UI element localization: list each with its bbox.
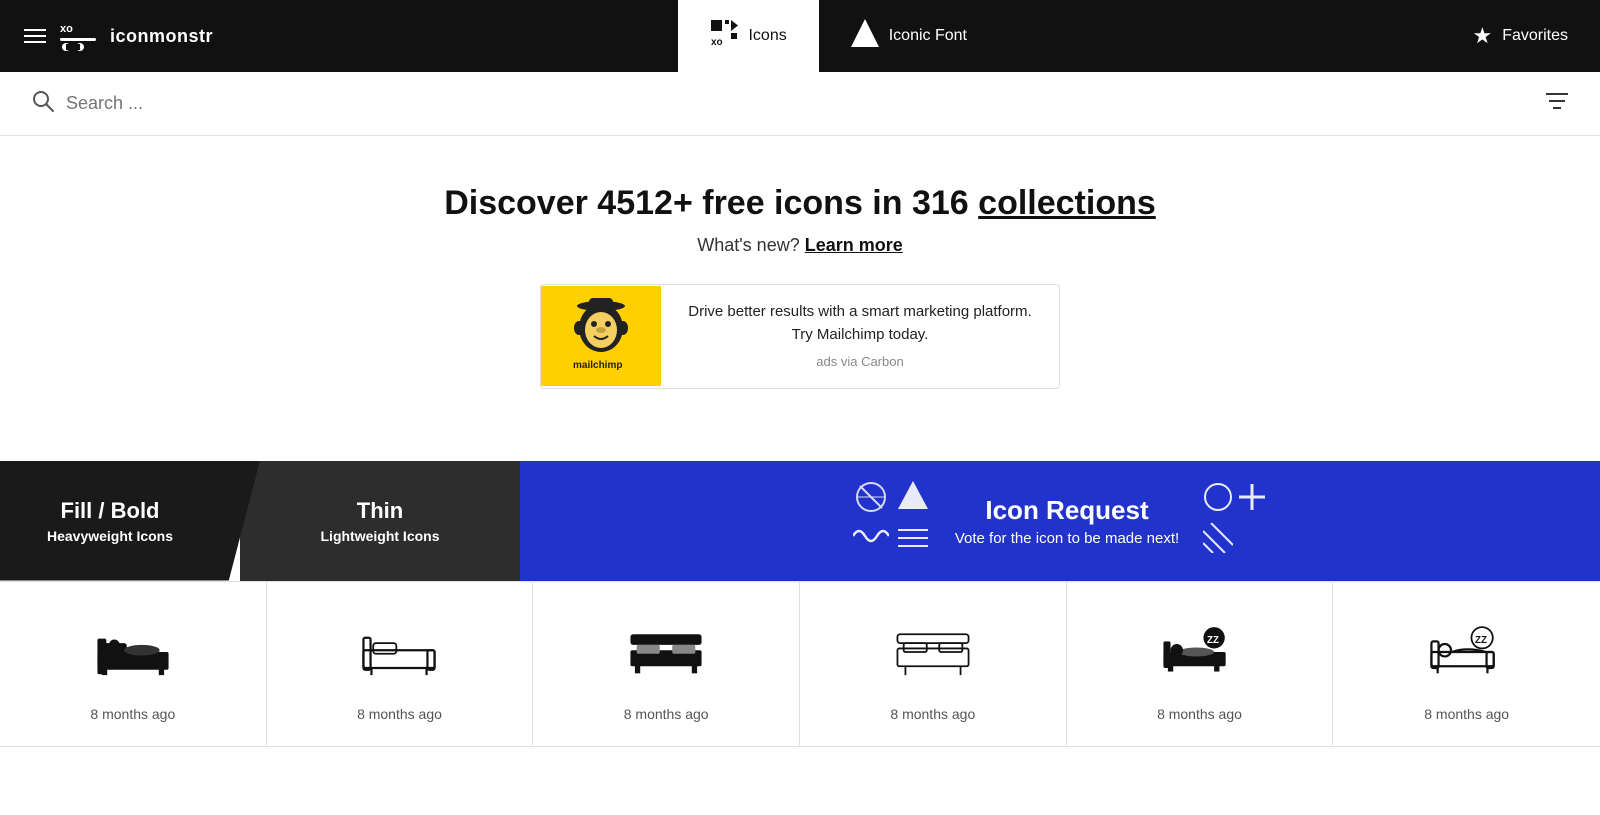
search-bar — [0, 72, 1600, 136]
categories-banner: Fill / Bold Heavyweight Icons Thin Light… — [0, 461, 1600, 581]
svg-text:xo: xo — [60, 23, 73, 35]
favorites-star-icon: ★ — [1472, 23, 1492, 49]
request-right-icons — [1203, 482, 1267, 560]
category-fill-bold[interactable]: Fill / Bold Heavyweight Icons — [0, 461, 260, 581]
svg-text:mailchimp: mailchimp — [573, 360, 622, 371]
header-favorites[interactable]: ★ Favorites — [1440, 0, 1600, 72]
bed-icon-4 — [893, 622, 973, 682]
icons-nav-icon: xo — [710, 19, 738, 53]
search-icon — [32, 90, 54, 118]
wave-icon — [853, 526, 889, 560]
category-thin[interactable]: Thin Lightweight Icons — [240, 461, 520, 581]
favorites-label: Favorites — [1502, 27, 1568, 45]
icon-timestamp-4: 8 months ago — [1157, 706, 1242, 722]
lines-icon — [895, 526, 931, 560]
icon-card-4[interactable]: ZZ 8 months ago — [1067, 582, 1334, 747]
request-subtitle: Vote for the icon to be made next! — [955, 530, 1179, 547]
collections-link[interactable]: collections — [978, 184, 1156, 222]
icon-timestamp-2: 8 months ago — [624, 706, 709, 722]
search-input[interactable] — [66, 93, 1568, 114]
ad-via: ads via Carbon — [681, 352, 1039, 372]
icon-timestamp-5: 8 months ago — [1424, 706, 1509, 722]
nav-item-iconic-font[interactable]: Iconic Font — [819, 0, 999, 72]
hero-headline: Discover 4512+ free icons in 316 collect… — [0, 184, 1600, 223]
icon-card-3[interactable]: 8 months ago — [800, 582, 1067, 747]
fill-bold-title: Fill / Bold — [61, 498, 160, 524]
request-title: Icon Request — [955, 495, 1179, 526]
iconic-font-nav-icon — [851, 19, 879, 53]
category-icon-request[interactable]: Icon Request Vote for the icon to be mad… — [520, 461, 1600, 581]
diagonal-lines-icon — [1203, 523, 1233, 560]
nav-label-iconic-font: Iconic Font — [889, 27, 967, 45]
striped-circle-icon — [853, 481, 889, 520]
logo-icon: xo — [58, 16, 98, 56]
bed-icon-5: ZZ — [1159, 622, 1239, 682]
hero-subheadline: What's new? Learn more — [0, 235, 1600, 256]
filter-icon[interactable] — [1546, 92, 1568, 115]
icon-timestamp-3: 8 months ago — [890, 706, 975, 722]
fill-bold-subtitle: Heavyweight Icons — [47, 528, 173, 544]
hamburger-icon[interactable] — [24, 29, 46, 43]
icon-card-2[interactable]: 8 months ago — [533, 582, 800, 747]
bed-icon-1 — [93, 622, 173, 682]
circle-outline-icon — [1203, 482, 1233, 519]
svg-text:ZZ: ZZ — [1207, 635, 1219, 646]
bed-icon-3 — [626, 622, 706, 682]
request-text: Icon Request Vote for the icon to be mad… — [955, 495, 1179, 547]
icon-timestamp-1: 8 months ago — [357, 706, 442, 722]
hero-section: Discover 4512+ free icons in 316 collect… — [0, 136, 1600, 421]
svg-text:xo: xo — [711, 37, 723, 47]
ad-text: Drive better results with a smart market… — [661, 285, 1059, 388]
icon-grid: 8 months ago 8 months ago — [0, 581, 1600, 747]
learn-more-link[interactable]: Learn more — [805, 235, 903, 255]
nav-item-icons[interactable]: xo Icons — [678, 0, 818, 72]
ad-banner[interactable]: mailchimp Drive better results with a sm… — [540, 284, 1060, 389]
icon-card-1[interactable]: 8 months ago — [267, 582, 534, 747]
ad-logo: mailchimp — [541, 286, 661, 386]
bed-icon-6: ZZ — [1427, 622, 1507, 682]
thin-title: Thin — [357, 498, 403, 524]
bed-icon-2 — [359, 622, 439, 682]
icon-timestamp-0: 8 months ago — [90, 706, 175, 722]
triangle-icon — [895, 481, 931, 520]
header-left: xo iconmonstr — [0, 0, 237, 72]
plus-icon — [1237, 482, 1267, 519]
svg-text:ZZ: ZZ — [1475, 635, 1487, 646]
request-left-icons — [853, 481, 931, 560]
thin-subtitle: Lightweight Icons — [321, 528, 440, 544]
logo-text: iconmonstr — [110, 26, 213, 47]
header: xo iconmonstr xo Icons — [0, 0, 1600, 72]
header-nav: xo Icons Iconic Font — [237, 0, 1440, 72]
ad-body: Drive better results with a smart market… — [681, 301, 1039, 346]
icon-card-0[interactable]: 8 months ago — [0, 582, 267, 747]
icon-card-5[interactable]: ZZ 8 months ago — [1333, 582, 1600, 747]
nav-label-icons: Icons — [748, 27, 786, 45]
